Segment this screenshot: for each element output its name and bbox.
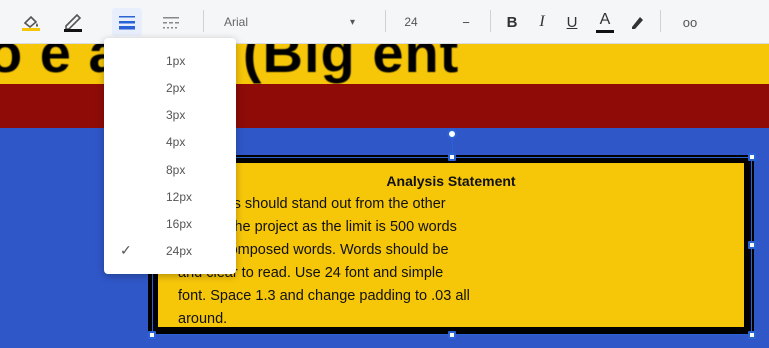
text-color-swatch: [596, 29, 614, 33]
menu-item-3px[interactable]: 3px: [104, 102, 236, 128]
rotation-line: [452, 138, 453, 154]
menu-item-12px[interactable]: 12px: [104, 184, 236, 210]
text-line: font. Space 1.3 and change padding to .0…: [178, 288, 470, 304]
border-dash-icon: [163, 17, 179, 29]
menu-item-4px[interactable]: 4px: [104, 129, 236, 155]
text-line: and clear to read. Use 24 font and simpl…: [178, 265, 444, 281]
resize-handle-bottom-right[interactable]: [748, 331, 756, 339]
text-box-fill: Analysis Statement ent words should stan…: [158, 163, 744, 327]
italic-button[interactable]: I: [530, 8, 554, 36]
menu-item-label: 2px: [166, 81, 186, 95]
font-family-value: Arial: [224, 15, 249, 29]
rotate-handle[interactable]: [447, 129, 457, 139]
menu-item-8px[interactable]: 8px: [104, 157, 236, 183]
highlight-icon: [632, 17, 643, 29]
text-box-body[interactable]: ent words should stand out from the othe…: [178, 193, 714, 331]
border-weight-icon: [119, 16, 135, 30]
text-box-title: Analysis Statement: [386, 173, 516, 189]
menu-item-24px[interactable]: ✓ 24px: [104, 238, 236, 264]
text-color-button[interactable]: A: [592, 8, 618, 36]
resize-handle-bottom[interactable]: [448, 331, 456, 339]
toolbar-separator: [203, 10, 204, 32]
text-color-label: A: [599, 10, 611, 28]
menu-item-label: 4px: [166, 135, 186, 149]
analysis-text-box[interactable]: Analysis Statement ent words should stan…: [148, 155, 754, 335]
text-line: around.: [178, 311, 228, 327]
resize-handle-top[interactable]: [448, 153, 456, 161]
menu-item-label: 1px: [166, 54, 186, 68]
decrease-font-size-button[interactable]: −: [456, 8, 476, 36]
insert-link-button[interactable]: oo: [670, 8, 710, 36]
menu-item-label: 3px: [166, 108, 186, 122]
font-size-input[interactable]: 24: [396, 8, 426, 36]
resize-handle-top-right[interactable]: [748, 153, 756, 161]
menu-item-label: 16px: [166, 217, 193, 231]
fill-color-icon: [22, 15, 40, 31]
menu-item-16px[interactable]: 16px: [104, 211, 236, 237]
bold-button[interactable]: B: [500, 8, 524, 36]
menu-item-2px[interactable]: 2px: [104, 75, 236, 101]
text-line: tudent composed words. Words should be: [178, 242, 449, 258]
text-line: s within the project as the limit is 500…: [178, 219, 457, 235]
text-line: ent words should stand out from the othe…: [178, 196, 446, 212]
menu-item-1px[interactable]: 1px: [104, 48, 236, 74]
menu-item-label: 12px: [166, 190, 193, 204]
resize-handle-bottom-left[interactable]: [148, 331, 156, 339]
toolbar-separator: [490, 10, 491, 32]
border-color-button[interactable]: [58, 8, 88, 36]
resize-handle-right[interactable]: [748, 241, 756, 249]
fill-color-button[interactable]: [16, 8, 46, 36]
toolbar-separator: [385, 10, 386, 32]
border-weight-button[interactable]: [112, 8, 142, 36]
toolbar-separator: [660, 10, 661, 32]
border-dash-button[interactable]: [156, 8, 186, 36]
menu-item-label: 24px: [166, 244, 193, 258]
check-icon: ✓: [120, 242, 132, 258]
underline-button[interactable]: U: [560, 8, 584, 36]
chevron-down-icon: ▾: [350, 16, 356, 28]
border-color-icon: [64, 13, 82, 32]
menu-item-label: 8px: [166, 163, 186, 177]
border-weight-menu: 1px 2px 3px 4px 8px 12px 16px ✓ 24px: [104, 38, 236, 274]
highlight-button[interactable]: [624, 8, 650, 36]
font-family-select[interactable]: Arial ▾: [224, 8, 374, 36]
